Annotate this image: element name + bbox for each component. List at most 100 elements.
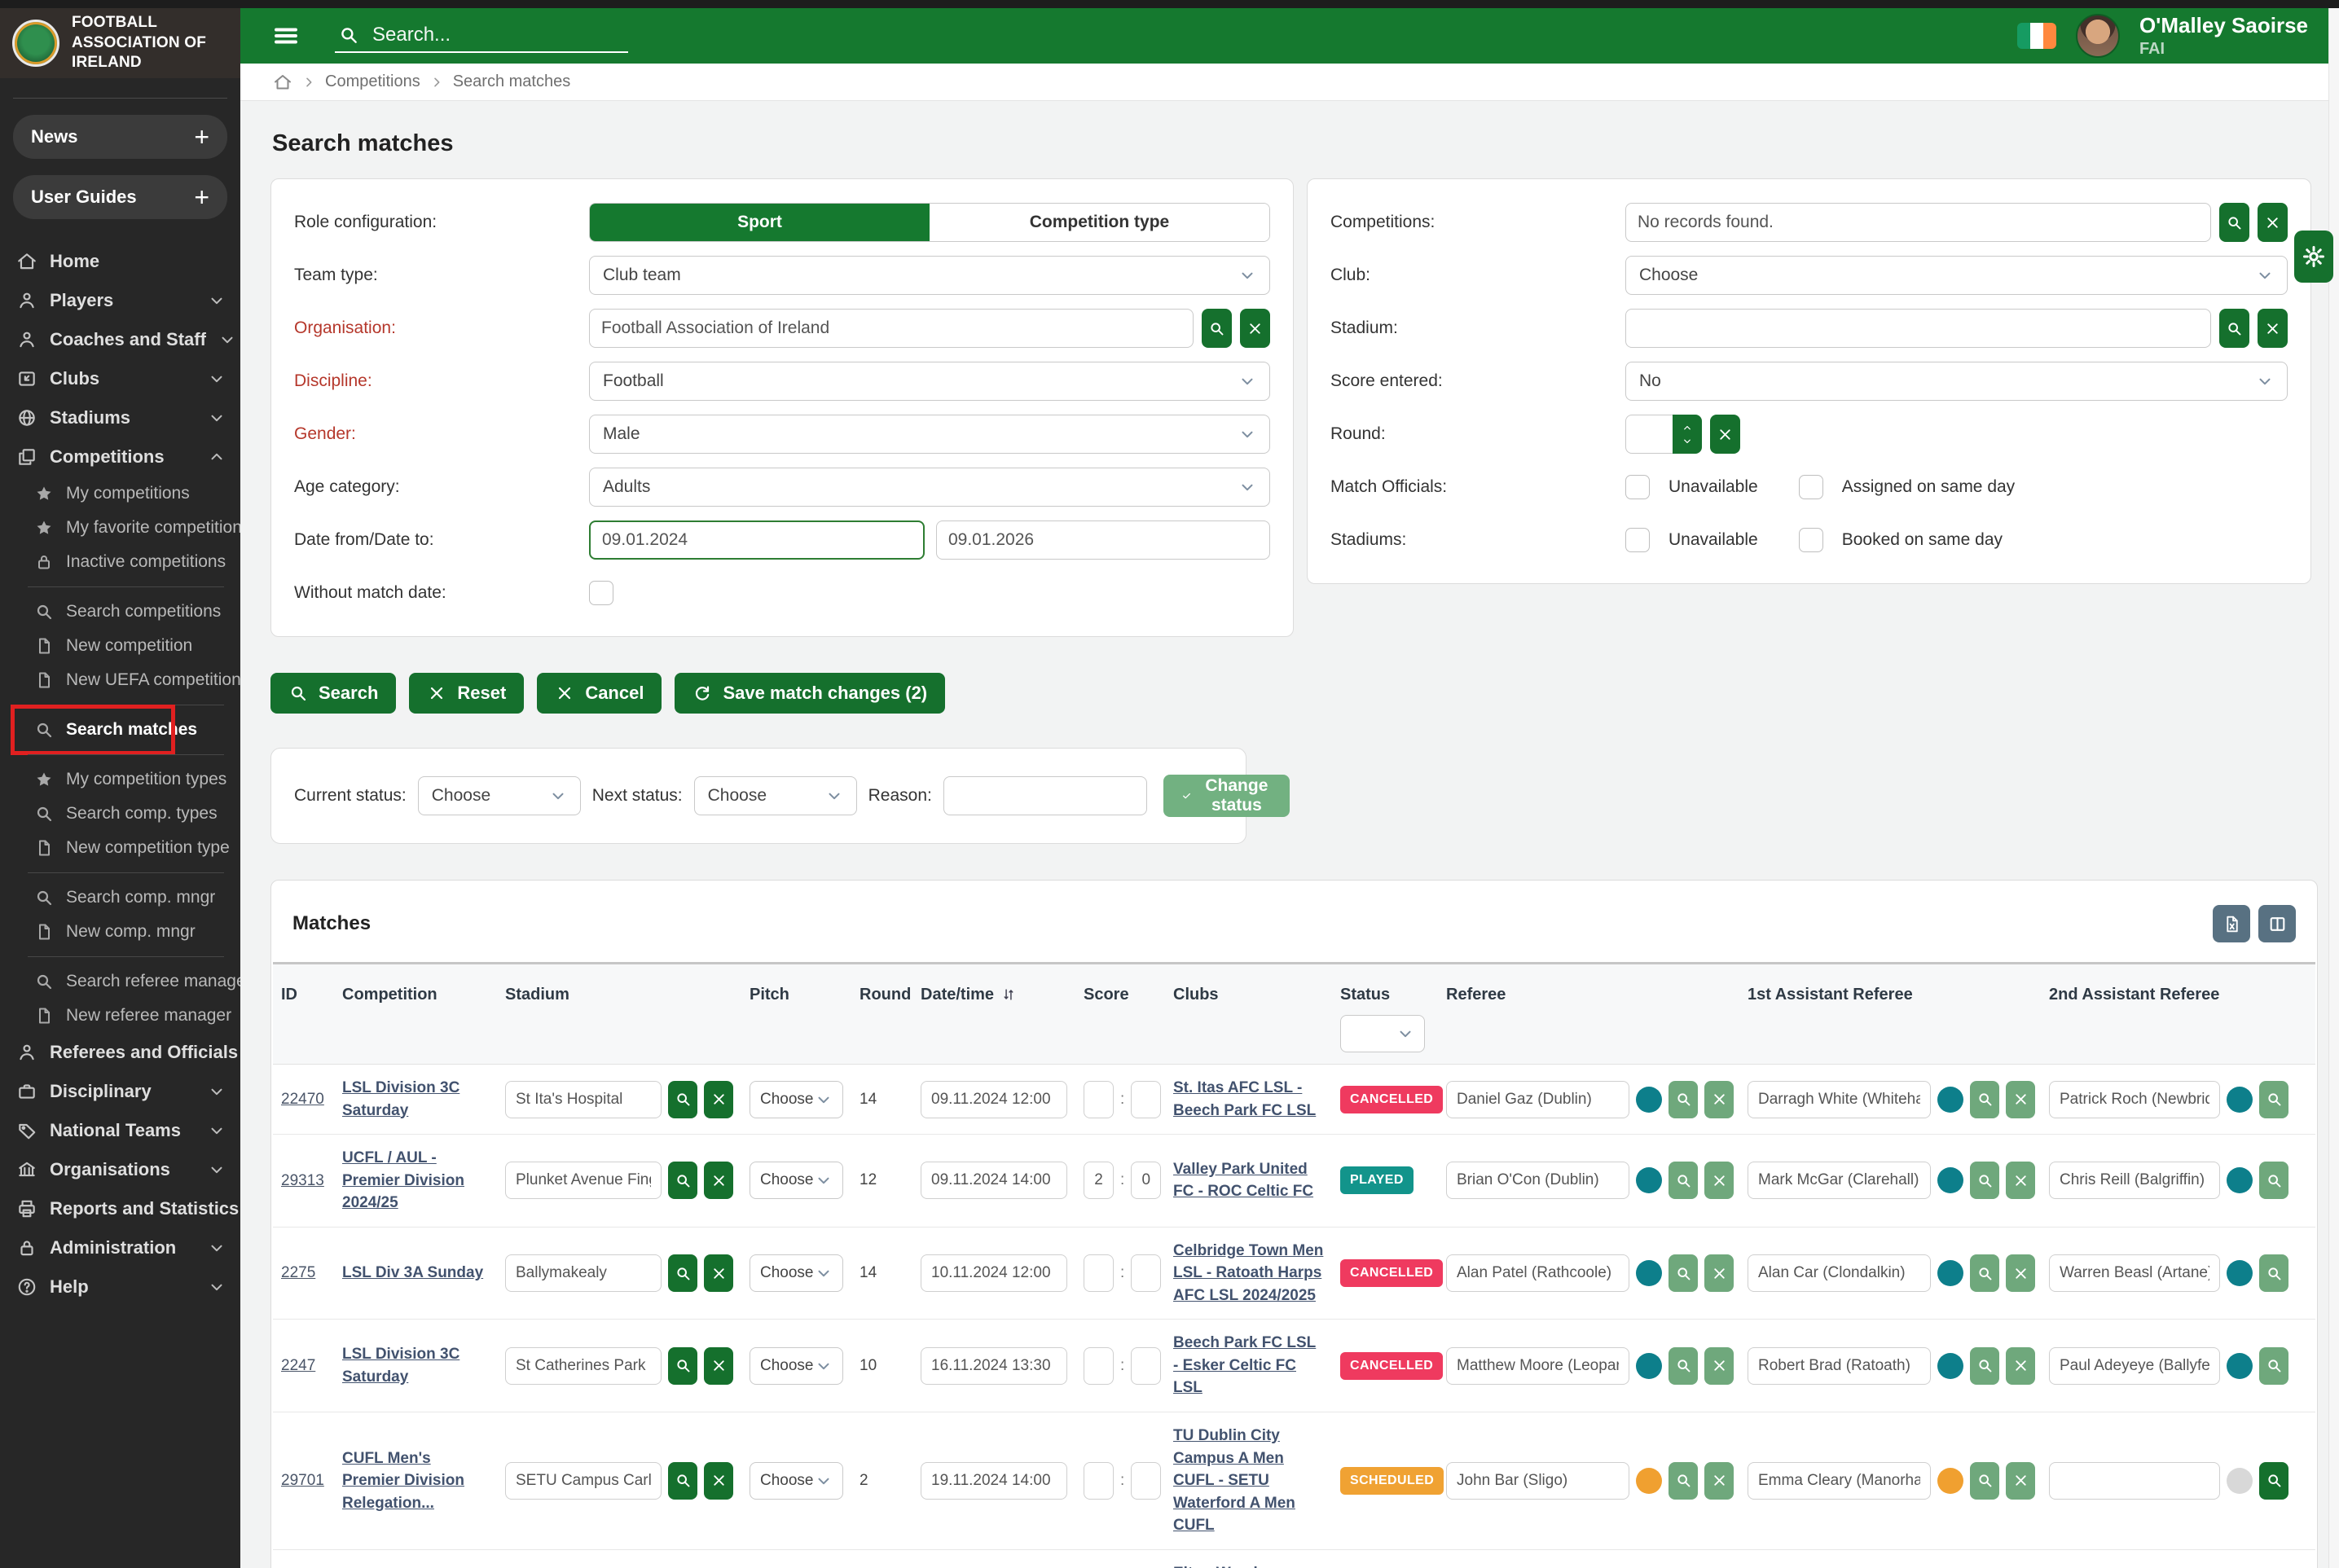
assistant1-input[interactable] bbox=[1748, 1462, 1931, 1500]
sidebar-item-players[interactable]: Players bbox=[0, 281, 240, 320]
stadium-search-button[interactable] bbox=[668, 1081, 697, 1118]
assistant2-search-button[interactable] bbox=[2259, 1254, 2288, 1292]
sidebar-item-new-comp-mngr[interactable]: New comp. mngr bbox=[0, 915, 240, 949]
sidebar-item-new-competition[interactable]: New competition bbox=[0, 629, 240, 663]
column-header-assistant1[interactable]: 1st Assistant Referee bbox=[1739, 977, 2041, 1005]
chevron-up-icon[interactable] bbox=[1681, 423, 1694, 433]
status-header-label[interactable]: Status bbox=[1340, 984, 1390, 1005]
assistant1-search-button[interactable] bbox=[1970, 1162, 1999, 1199]
export-excel-button[interactable] bbox=[2213, 905, 2250, 942]
sidebar-item-competitions[interactable]: Competitions bbox=[0, 437, 240, 477]
column-header-id[interactable]: ID bbox=[273, 977, 334, 1005]
assistant1-search-button[interactable] bbox=[1970, 1081, 1999, 1118]
assistant2-search-button[interactable] bbox=[2259, 1081, 2288, 1118]
status-filter-select[interactable] bbox=[1340, 1015, 1425, 1052]
stadium-search-button[interactable] bbox=[668, 1254, 697, 1292]
competition-link[interactable]: LSL Div 3A Sunday bbox=[342, 1262, 483, 1285]
stadium-input[interactable] bbox=[505, 1162, 662, 1199]
stadium-input[interactable] bbox=[505, 1462, 662, 1500]
sidebar-item-search-referee-manager[interactable]: Search referee manager bbox=[0, 964, 240, 999]
home-icon[interactable] bbox=[273, 72, 292, 92]
referee-clear-button[interactable] bbox=[1704, 1162, 1734, 1199]
clubs-link[interactable]: TU Dublin City Campus A Men CUFL - SETU … bbox=[1173, 1425, 1324, 1537]
user-info[interactable]: O'Malley Saoirse FAI bbox=[2139, 13, 2308, 59]
score-home-input[interactable] bbox=[1084, 1081, 1114, 1118]
stadium-input[interactable] bbox=[505, 1081, 662, 1118]
stadium-clear-button[interactable] bbox=[704, 1081, 733, 1118]
pitch-select[interactable]: Choose bbox=[750, 1162, 843, 1199]
datetime-input[interactable] bbox=[921, 1162, 1067, 1199]
without-match-date-checkbox[interactable] bbox=[589, 581, 613, 605]
cancel-button[interactable]: Cancel bbox=[537, 673, 662, 714]
assistant1-input[interactable] bbox=[1748, 1162, 1931, 1199]
breadcrumb-search-matches[interactable]: Search matches bbox=[453, 72, 571, 91]
competitions-clear-button[interactable] bbox=[2258, 203, 2288, 242]
sidebar-item-search-matches[interactable]: Search matches bbox=[0, 713, 240, 747]
competitions-input[interactable] bbox=[1625, 203, 2211, 242]
sidebar-item-search-comp-mngr[interactable]: Search comp. mngr bbox=[0, 881, 240, 915]
app-logo[interactable]: FOOTBALL ASSOCIATION OF IRELAND bbox=[0, 8, 240, 78]
competition-link[interactable]: LSL Division 3C Saturday bbox=[342, 1343, 489, 1388]
settings-fly-out-tab[interactable] bbox=[2294, 231, 2333, 283]
stadium-search-button[interactable] bbox=[668, 1347, 697, 1385]
team-type-select[interactable]: Club team bbox=[589, 256, 1270, 295]
stadium-clear-button[interactable] bbox=[704, 1347, 733, 1385]
next-status-select[interactable]: Choose bbox=[694, 776, 857, 815]
referee-clear-button[interactable] bbox=[1704, 1254, 1734, 1292]
pitch-select[interactable]: Choose bbox=[750, 1254, 843, 1292]
assistant1-input[interactable] bbox=[1748, 1347, 1931, 1385]
match-id-link[interactable]: 2275 bbox=[281, 1262, 315, 1285]
sidebar-item-administration[interactable]: Administration bbox=[0, 1228, 240, 1267]
datetime-input[interactable] bbox=[921, 1347, 1067, 1385]
sidebar-item-clubs[interactable]: Clubs bbox=[0, 359, 240, 398]
column-header-datetime[interactable]: Date/time bbox=[912, 977, 1075, 1005]
sidebar-item-search-competitions[interactable]: Search competitions bbox=[0, 595, 240, 629]
pitch-select[interactable]: Choose bbox=[750, 1081, 843, 1118]
score-entered-select[interactable]: No bbox=[1625, 362, 2288, 401]
search-button[interactable]: Search bbox=[270, 673, 396, 714]
assistant1-search-button[interactable] bbox=[1970, 1462, 1999, 1500]
assistant2-input[interactable] bbox=[2049, 1162, 2220, 1199]
score-home-input[interactable] bbox=[1084, 1254, 1114, 1292]
sidebar-item-organisations[interactable]: Organisations bbox=[0, 1150, 240, 1189]
column-header-stadium[interactable]: Stadium bbox=[497, 977, 741, 1005]
column-header-assistant2[interactable]: 2nd Assistant Referee bbox=[2041, 977, 2315, 1005]
round-spinner[interactable] bbox=[1673, 415, 1702, 454]
datetime-input[interactable] bbox=[921, 1462, 1067, 1500]
pitch-select[interactable]: Choose bbox=[750, 1347, 843, 1385]
clubs-link[interactable]: Beech Park FC LSL - Esker Celtic FC LSL bbox=[1173, 1332, 1324, 1399]
stadiums-unavailable-checkbox[interactable] bbox=[1625, 528, 1650, 552]
sidebar-item-new-referee-manager[interactable]: New referee manager bbox=[0, 999, 240, 1033]
user-avatar[interactable] bbox=[2076, 14, 2120, 58]
sidebar-item-my-favorite-competitions[interactable]: My favorite competitions bbox=[0, 511, 240, 545]
organisation-search-button[interactable] bbox=[1202, 309, 1232, 348]
round-clear-button[interactable] bbox=[1710, 415, 1740, 454]
global-search[interactable] bbox=[335, 19, 628, 53]
sidebar-item-my-competitions[interactable]: My competitions bbox=[0, 477, 240, 511]
referee-search-button[interactable] bbox=[1669, 1081, 1698, 1118]
club-select[interactable]: Choose bbox=[1625, 256, 2288, 295]
officials-unavailable-checkbox[interactable] bbox=[1625, 475, 1650, 499]
assistant1-clear-button[interactable] bbox=[2006, 1254, 2035, 1292]
referee-search-button[interactable] bbox=[1669, 1254, 1698, 1292]
score-home-input[interactable] bbox=[1084, 1162, 1114, 1199]
sidebar-item-help[interactable]: Help bbox=[0, 1267, 240, 1307]
competition-link[interactable]: UCFL / AUL - Premier Division 2024/25 bbox=[342, 1147, 489, 1214]
match-id-link[interactable]: 29701 bbox=[281, 1469, 324, 1492]
sidebar-item-referees-and-officials[interactable]: Referees and Officials bbox=[0, 1033, 240, 1072]
date-to-input[interactable] bbox=[936, 520, 1270, 560]
organisation-clear-button[interactable] bbox=[1240, 309, 1270, 348]
news-button[interactable]: News + bbox=[13, 115, 227, 159]
round-input[interactable] bbox=[1625, 415, 1673, 454]
sidebar-item-inactive-competitions[interactable]: Inactive competitions bbox=[0, 545, 240, 579]
competition-link[interactable]: CUFL Men's Premier Division Relegation..… bbox=[342, 1447, 489, 1515]
score-away-input[interactable] bbox=[1131, 1162, 1161, 1199]
sidebar-item-stadiums[interactable]: Stadiums bbox=[0, 398, 240, 437]
column-header-score[interactable]: Score bbox=[1075, 977, 1165, 1005]
referee-search-button[interactable] bbox=[1669, 1347, 1698, 1385]
assistant1-input[interactable] bbox=[1748, 1254, 1931, 1292]
sidebar-item-coaches-and-staff[interactable]: Coaches and Staff bbox=[0, 320, 240, 359]
clubs-link[interactable]: St. Itas AFC LSL - Beech Park FC LSL bbox=[1173, 1077, 1324, 1122]
match-id-link[interactable]: 22470 bbox=[281, 1088, 324, 1111]
referee-input[interactable] bbox=[1446, 1254, 1629, 1292]
